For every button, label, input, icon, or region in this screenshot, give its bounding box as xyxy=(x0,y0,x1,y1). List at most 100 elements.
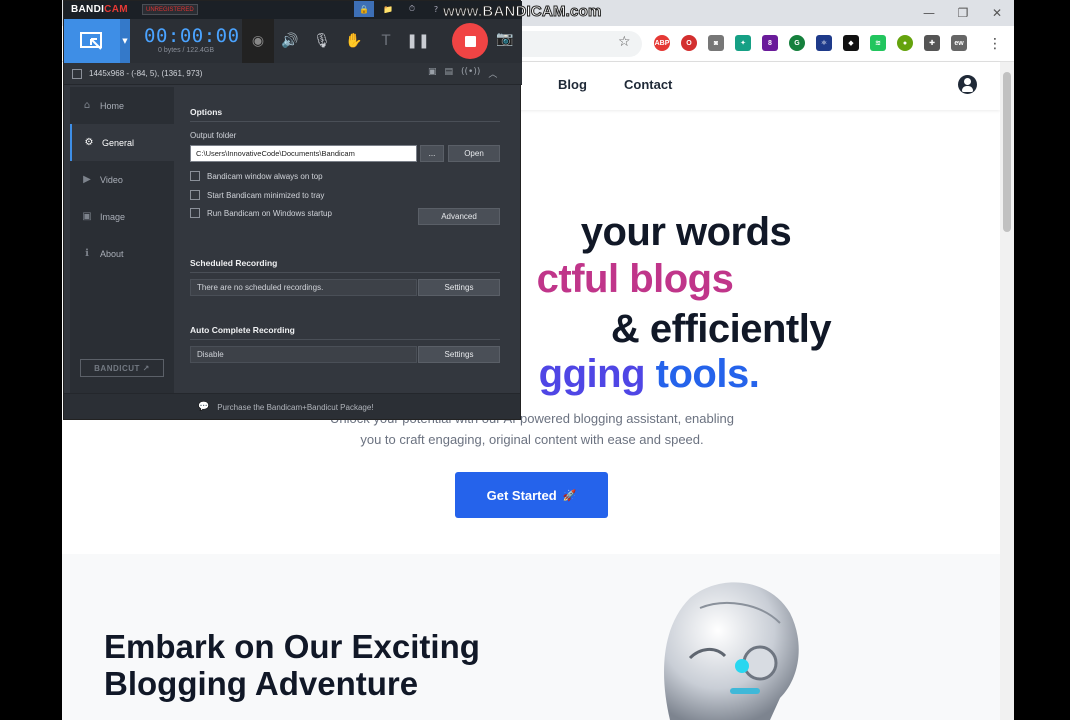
opera-icon[interactable]: O xyxy=(681,35,697,51)
extensions-icon[interactable]: ✚ xyxy=(924,35,940,51)
wave-ext-icon[interactable]: ≋ xyxy=(870,35,886,51)
image-icon: ▣ xyxy=(82,211,92,222)
browse-button[interactable]: ... xyxy=(420,145,444,162)
color-ext-icon[interactable]: ● xyxy=(897,35,913,51)
output-folder-input[interactable]: C:\Users\InnovativeCode\Documents\Bandic… xyxy=(190,145,417,162)
account-icon[interactable] xyxy=(958,75,977,94)
gear-icon: ⚙ xyxy=(84,137,94,148)
chat-bubble-icon: 💬 xyxy=(198,402,210,412)
sidebar-label-general: General xyxy=(102,137,135,148)
leaf-ext-icon[interactable]: ✦ xyxy=(735,35,751,51)
sidebar-item-video[interactable]: ▶ Video xyxy=(70,161,174,198)
page-scrollbar-thumb[interactable] xyxy=(1003,72,1011,232)
restore-button[interactable]: ❐ xyxy=(946,0,980,26)
nav-link-contact[interactable]: Contact xyxy=(624,77,672,92)
clock-icon[interactable]: ⏱ xyxy=(402,1,422,17)
home-icon: ⌂ xyxy=(83,100,91,111)
stop-record-button[interactable] xyxy=(452,23,488,59)
abp-icon[interactable]: ABP xyxy=(654,35,670,51)
image-mode-icon[interactable]: ▤ xyxy=(445,67,454,80)
pause-icon[interactable]: ❚❚ xyxy=(402,19,434,63)
hero-line-4a: gging xyxy=(538,352,646,396)
hero-subtitle-2: you to craft engaging, original content … xyxy=(360,432,704,447)
region-bar: 1445x968 - (-84, 5), (1361, 973) ▣ ▤ ((•… xyxy=(64,63,522,85)
nav-link-blog[interactable]: Blog xyxy=(558,77,587,92)
region-size-text: 1445x968 - (-84, 5), (1361, 973) xyxy=(89,69,203,78)
mode-dropdown-icon[interactable]: ▼ xyxy=(120,19,130,63)
scheduled-divider xyxy=(190,272,500,273)
auto-complete-status: Disable xyxy=(190,346,417,363)
screen-mode-button[interactable] xyxy=(64,19,120,63)
bandicam-watermark: www.BANDICAM.com xyxy=(442,3,602,21)
sidebar-item-home[interactable]: ⌂ Home xyxy=(70,87,174,124)
collapse-icon[interactable]: ︿ xyxy=(488,67,497,80)
info-icon: ℹ xyxy=(85,248,89,259)
run-on-startup-checkbox[interactable]: Run Bandicam on Windows startup xyxy=(190,208,332,218)
output-folder-label: Output folder xyxy=(190,131,237,140)
section-title-line-2: Blogging Adventure xyxy=(104,665,419,702)
scheduled-settings-button[interactable]: Settings xyxy=(418,279,500,296)
camcorder-icon[interactable]: ▣ xyxy=(428,67,437,80)
get-started-button[interactable]: Get Started 🚀 xyxy=(455,472,608,518)
promo-text: Purchase the Bandicam+Bandicut Package! xyxy=(217,402,374,412)
checkbox-box xyxy=(190,171,200,181)
bandicam-logo: BANDICAM xyxy=(71,4,128,15)
open-folder-button[interactable]: Open xyxy=(448,145,500,162)
minimize-button[interactable]: — xyxy=(912,0,946,26)
browser-menu-icon[interactable]: ⋮ xyxy=(988,36,1002,52)
window-controls: — ❐ ✕ xyxy=(912,0,1014,26)
bandicut-button[interactable]: BANDICUT ↗ xyxy=(80,359,164,377)
text-overlay-icon[interactable]: T xyxy=(370,19,402,63)
logo-cam: CAM xyxy=(104,4,128,15)
bookmark-star-icon[interactable]: ☆ xyxy=(618,34,631,50)
auto-complete-settings-button[interactable]: Settings xyxy=(418,346,500,363)
robot-head-image xyxy=(664,582,799,720)
scheduled-recording-status: There are no scheduled recordings. xyxy=(190,279,417,296)
section-title: Embark on Our Exciting Blogging Adventur… xyxy=(104,628,480,702)
rocket-icon: 🚀 xyxy=(562,488,577,502)
grammarly-icon[interactable]: G xyxy=(789,35,805,51)
section-title-line-1: Embark on Our Exciting xyxy=(104,628,480,665)
broadcast-icon[interactable]: ((•)) xyxy=(461,67,480,80)
sidebar-item-general[interactable]: ⚙ General xyxy=(70,124,174,161)
purchase-promo-link[interactable]: 💬 Purchase the Bandicam+Bandicut Package… xyxy=(198,402,374,412)
start-minimized-checkbox[interactable]: Start Bandicam minimized to tray xyxy=(190,190,324,200)
bandicam-sidebar: ⌂ Home ⚙ General ▶ Video ▣ Image ℹ About BAND… xyxy=(70,87,174,393)
close-button[interactable]: ✕ xyxy=(980,0,1014,26)
profile-ext-icon[interactable]: ew xyxy=(951,35,967,51)
react-ext-icon[interactable]: ⚛ xyxy=(816,35,832,51)
folder-icon[interactable]: 📁 xyxy=(378,1,398,17)
rectangle-select-icon xyxy=(80,32,102,50)
bandicam-window: BANDICAM UNREGISTERED 🔒 📁 ⏱ ? ▼ 00:00:00… xyxy=(63,0,522,420)
screenshot-icon[interactable]: 📷 xyxy=(496,31,513,47)
extensions-row: ABP O ◙ ✦ 8 G ⚛ ◆ ≋ ● ✚ ew xyxy=(654,35,967,51)
dark-ext-icon[interactable]: ◆ xyxy=(843,35,859,51)
start-minimized-label: Start Bandicam minimized to tray xyxy=(207,190,325,200)
always-on-top-checkbox[interactable]: Bandicam window always on top xyxy=(190,171,323,181)
cursor-effect-icon[interactable]: ✋ xyxy=(338,19,370,63)
always-on-top-label: Bandicam window always on top xyxy=(207,171,323,181)
advanced-button[interactable]: Advanced xyxy=(418,208,500,225)
run-on-startup-label: Run Bandicam on Windows startup xyxy=(207,208,332,218)
hero-line-4b: tools. xyxy=(655,352,760,396)
webcam-icon[interactable]: ◉ xyxy=(242,19,274,63)
scheduled-recording-heading: Scheduled Recording xyxy=(190,258,278,268)
sidebar-item-about[interactable]: ℹ About xyxy=(70,235,174,272)
auto-complete-heading: Auto Complete Recording xyxy=(190,325,295,335)
sidebar-label-video: Video xyxy=(100,174,123,185)
sidebar-item-image[interactable]: ▣ Image xyxy=(70,198,174,235)
auto-complete-divider xyxy=(190,339,500,340)
region-checkbox[interactable] xyxy=(72,69,82,79)
sidebar-label-about: About xyxy=(100,248,124,259)
sidebar-label-image: Image xyxy=(100,211,126,222)
puzzle-badge-icon[interactable]: 8 xyxy=(762,35,778,51)
microphone-icon[interactable]: 🎙 xyxy=(306,19,338,63)
bandicam-top-icons: 🔒 📁 ⏱ ? xyxy=(354,1,446,17)
lock-icon[interactable]: 🔒 xyxy=(354,1,374,17)
unregistered-badge[interactable]: UNREGISTERED xyxy=(142,4,198,15)
speaker-icon[interactable]: 🔊 xyxy=(274,19,306,63)
video-icon: ▶ xyxy=(83,174,91,185)
camera-ext-icon[interactable]: ◙ xyxy=(708,35,724,51)
checkbox-box xyxy=(190,190,200,200)
recording-timer: 00:00:00 xyxy=(144,25,240,47)
